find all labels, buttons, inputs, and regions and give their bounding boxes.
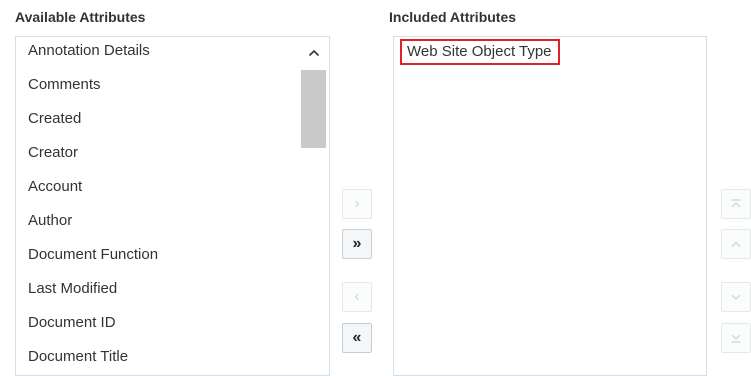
list-item-creator[interactable]: Creator [28, 144, 78, 161]
list-item-comments[interactable]: Comments [28, 76, 101, 93]
list-item-document-function[interactable]: Document Function [28, 246, 158, 263]
list-item-document-id[interactable]: Document ID [28, 314, 116, 331]
list-item-web-site-object-type[interactable]: Web Site Object Type [400, 39, 560, 65]
list-item-last-modified[interactable]: Last Modified [28, 280, 117, 297]
double-chevron-right-icon: » [352, 235, 362, 252]
move-to-bottom-icon [731, 334, 741, 343]
list-item-document-title[interactable]: Document Title [28, 348, 128, 365]
chevron-left-icon: ‹ [354, 288, 360, 305]
available-attributes-list[interactable]: Annotation Details Comments Created Crea… [15, 36, 330, 376]
move-all-right-button[interactable]: » [342, 229, 372, 259]
move-all-left-button[interactable]: « [342, 323, 372, 353]
move-down-icon [731, 294, 741, 300]
move-up-button[interactable] [721, 229, 751, 259]
chevron-up-icon [308, 49, 319, 57]
available-attributes-heading: Available Attributes [15, 9, 146, 25]
list-item-annotation-details[interactable]: Annotation Details [28, 42, 150, 59]
move-to-top-button[interactable] [721, 189, 751, 219]
move-to-top-icon [731, 199, 741, 208]
included-attributes-list[interactable]: Web Site Object Type [393, 36, 707, 376]
scrollbar-thumb[interactable] [301, 70, 326, 148]
list-item-author[interactable]: Author [28, 212, 72, 229]
included-attributes-heading: Included Attributes [389, 9, 517, 25]
list-item-account[interactable]: Account [28, 178, 82, 195]
move-left-button[interactable]: ‹ [342, 282, 372, 312]
move-up-icon [731, 241, 741, 247]
scroll-up-button[interactable] [300, 37, 327, 69]
list-item-created[interactable]: Created [28, 110, 81, 127]
move-down-button[interactable] [721, 282, 751, 312]
move-to-bottom-button[interactable] [721, 323, 751, 353]
move-right-button[interactable]: › [342, 189, 372, 219]
vertical-scrollbar[interactable] [300, 37, 327, 375]
chevron-right-icon: › [354, 195, 360, 212]
double-chevron-left-icon: « [352, 329, 362, 346]
